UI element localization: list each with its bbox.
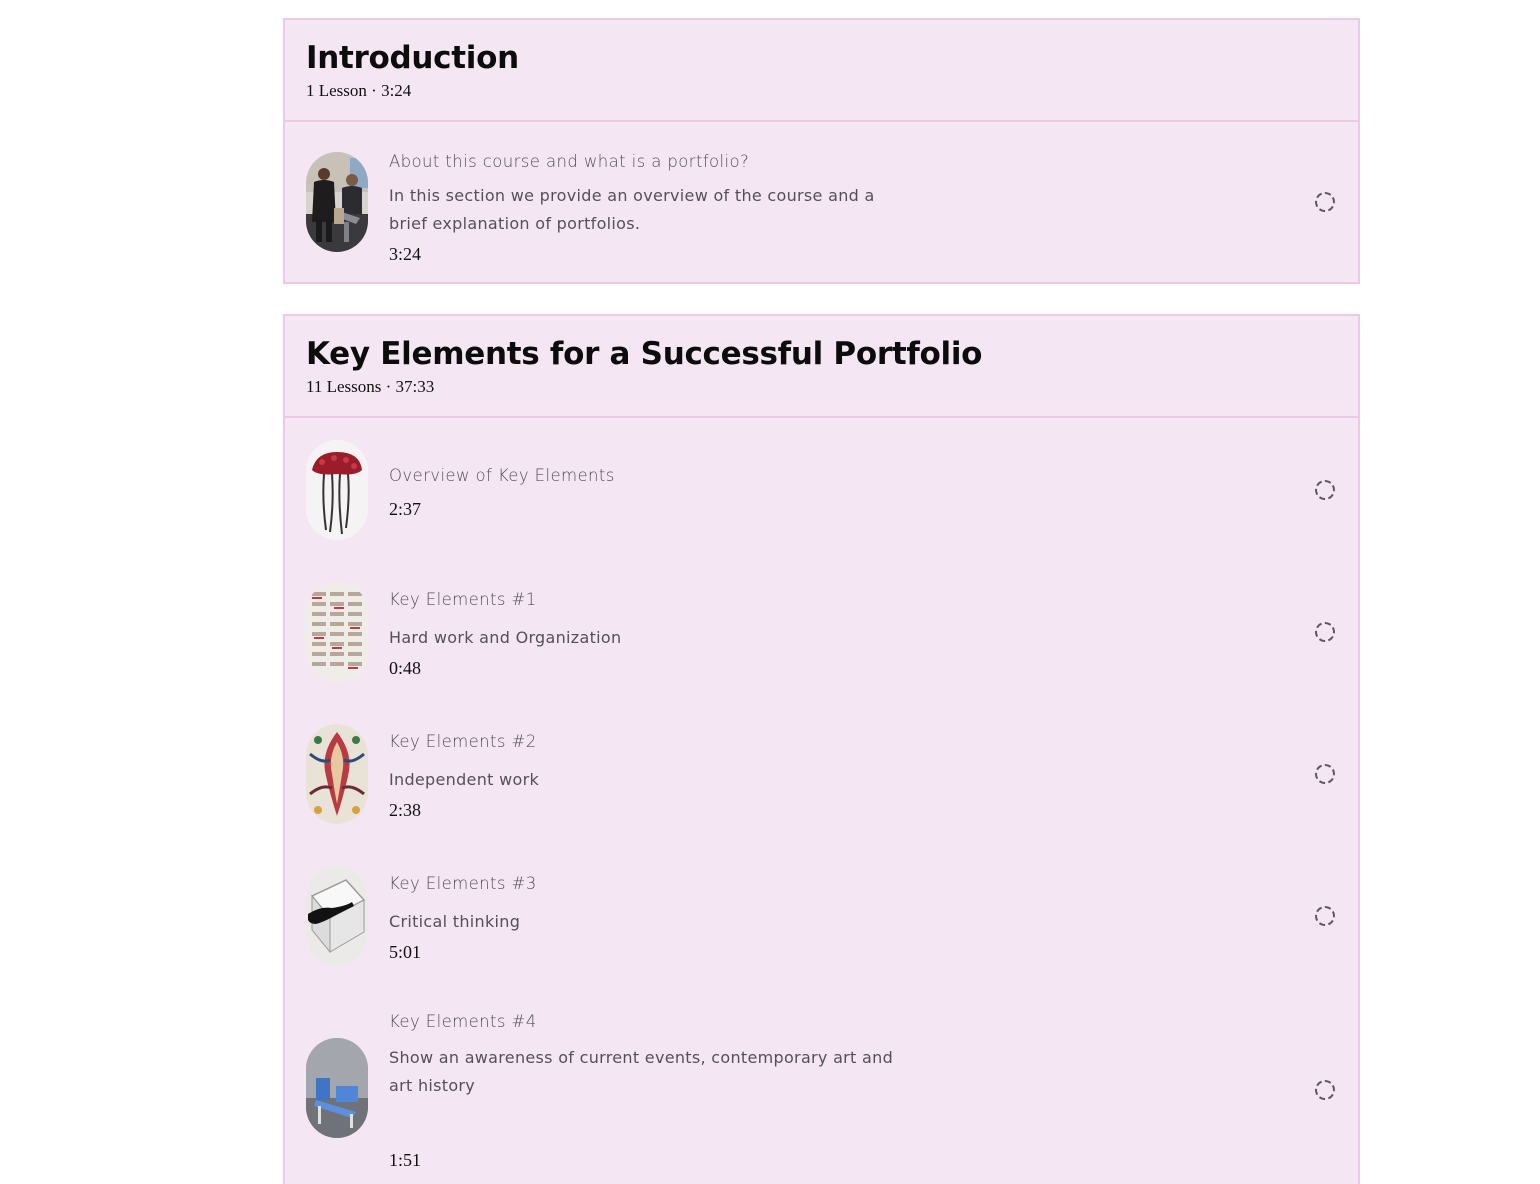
lesson-title: Key Elements #1 (389, 590, 537, 609)
lesson-item[interactable]: Key Elements #1 Hard work and Organizati… (285, 562, 1358, 704)
lesson-item[interactable]: Key Elements #4 Show an awareness of cur… (285, 988, 1358, 1184)
thumbnail-image (306, 866, 368, 966)
lesson-thumbnail (306, 440, 368, 540)
section-header[interactable]: Introduction 1 Lesson · 3:24 (285, 20, 1358, 122)
section-title: Key Elements for a Successful Portfolio (306, 336, 983, 372)
section-introduction: Introduction 1 Lesson · 3:24 About this … (283, 18, 1360, 284)
incomplete-circle-icon[interactable] (1315, 1080, 1335, 1100)
lesson-item[interactable]: Overview of Key Elements 2:37 (285, 420, 1358, 560)
lesson-thumbnail (306, 1038, 368, 1138)
lesson-item[interactable]: Key Elements #3 Critical thinking 5:01 (285, 846, 1358, 988)
lesson-title: Key Elements #3 (389, 874, 537, 893)
incomplete-circle-icon[interactable] (1315, 906, 1335, 926)
thumbnail-image (306, 582, 368, 682)
lesson-duration: 2:37 (389, 499, 422, 519)
incomplete-circle-icon[interactable] (1315, 622, 1335, 642)
lesson-thumbnail (306, 152, 368, 252)
thumbnail-image (306, 1038, 368, 1138)
lesson-description: In this section we provide an overview o… (389, 186, 875, 233)
lesson-duration: 3:24 (389, 244, 422, 264)
lesson-description: Critical thinking (389, 912, 521, 931)
lesson-item[interactable]: Key Elements #2 Independent work 2:38 (285, 704, 1358, 846)
lesson-duration: 1:51 (389, 1150, 422, 1170)
incomplete-circle-icon[interactable] (1315, 764, 1335, 784)
thumbnail-image (306, 152, 368, 252)
lesson-thumbnail (306, 724, 368, 824)
lesson-description: Independent work (389, 770, 540, 789)
lesson-item[interactable]: About this course and what is a portfoli… (285, 124, 1358, 284)
lesson-thumbnail (306, 582, 368, 682)
section-key-elements: Key Elements for a Successful Portfolio … (283, 314, 1360, 1184)
lesson-duration: 2:38 (389, 800, 422, 820)
section-title: Introduction (306, 40, 519, 76)
course-curriculum: Introduction 1 Lesson · 3:24 About this … (0, 0, 1540, 1184)
lesson-title: Key Elements #2 (389, 732, 537, 751)
section-meta: 1 Lesson · 3:24 (306, 81, 412, 100)
lesson-title: Key Elements #4 (389, 1012, 537, 1031)
lesson-title: Overview of Key Elements (389, 466, 615, 485)
incomplete-circle-icon[interactable] (1315, 192, 1335, 212)
lesson-description: Hard work and Organization (389, 628, 622, 647)
lesson-description: Show an awareness of current events, con… (389, 1048, 894, 1095)
incomplete-circle-icon[interactable] (1315, 480, 1335, 500)
thumbnail-image (306, 724, 368, 824)
section-meta: 11 Lessons · 37:33 (306, 377, 435, 396)
lesson-title: About this course and what is a portfoli… (389, 152, 750, 171)
thumbnail-image (306, 440, 368, 540)
lesson-duration: 0:48 (389, 658, 422, 678)
lesson-duration: 5:01 (389, 942, 422, 962)
lesson-thumbnail (306, 866, 368, 966)
section-header[interactable]: Key Elements for a Successful Portfolio … (285, 316, 1358, 418)
